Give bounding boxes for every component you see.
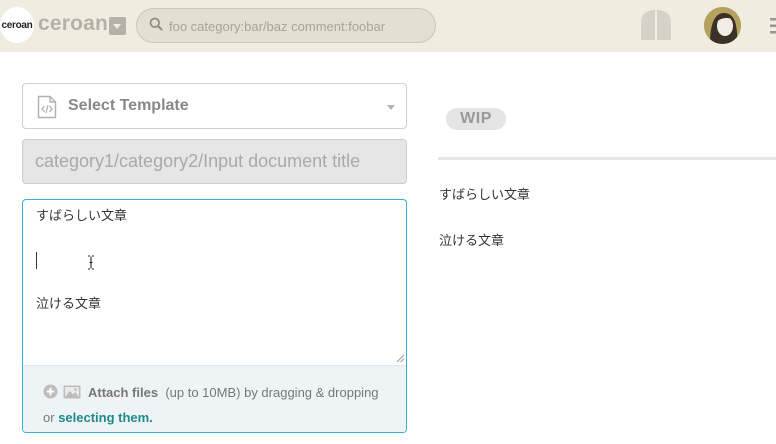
document-title-input[interactable] bbox=[22, 139, 407, 184]
search-icon bbox=[149, 17, 163, 31]
attach-files-label: Attach files bbox=[88, 385, 159, 400]
ibeam-cursor-icon bbox=[88, 255, 94, 270]
template-file-icon bbox=[37, 95, 57, 119]
select-files-link[interactable]: selecting them. bbox=[58, 410, 153, 425]
chevron-down-icon bbox=[387, 105, 395, 110]
team-logo[interactable]: ceroan bbox=[0, 7, 34, 43]
book-icon[interactable] bbox=[639, 8, 673, 42]
wip-badge: WIP bbox=[446, 108, 506, 130]
attach-files-area[interactable]: Attach files (up to 10MB) by dragging & … bbox=[23, 365, 406, 432]
menu-icon[interactable] bbox=[770, 17, 776, 35]
preview-paragraph: すばらしい文章 bbox=[439, 187, 531, 202]
body-line: 泣ける文章 bbox=[36, 296, 102, 311]
team-logo-text: ceroan bbox=[1, 19, 33, 31]
plus-icon bbox=[43, 384, 58, 399]
text-caret bbox=[36, 252, 37, 269]
preview-paragraph: 泣ける文章 bbox=[439, 233, 505, 248]
body-textarea[interactable]: すばらしい文章 泣ける文章 bbox=[23, 200, 406, 365]
body-line: すばらしい文章 bbox=[36, 208, 128, 223]
user-avatar[interactable] bbox=[704, 7, 741, 44]
image-icon bbox=[63, 385, 81, 399]
preview-divider bbox=[438, 157, 776, 160]
attach-size-limit: (up to 10MB) bbox=[165, 385, 241, 400]
top-header: ceroan ceroan bbox=[0, 0, 776, 52]
body-editor: すばらしい文章 泣ける文章 Attach files (up to 10MB) … bbox=[22, 199, 407, 433]
search-input[interactable] bbox=[167, 15, 429, 37]
select-template-dropdown[interactable]: Select Template bbox=[22, 83, 407, 129]
resize-handle-icon[interactable] bbox=[395, 353, 405, 363]
search-box[interactable] bbox=[136, 8, 436, 43]
avatar-image bbox=[704, 7, 741, 44]
select-template-label: Select Template bbox=[68, 97, 189, 114]
team-name[interactable]: ceroan bbox=[38, 12, 108, 36]
team-dropdown-button[interactable] bbox=[109, 17, 126, 35]
